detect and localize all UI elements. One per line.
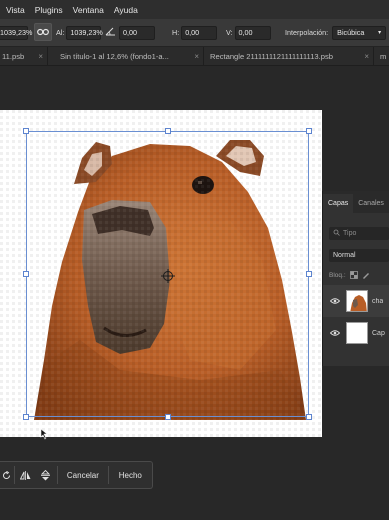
interp-value: Bicúbica [337, 28, 365, 37]
h-skew-group: H: 0,00 [172, 25, 218, 40]
layer-thumbnail [346, 322, 368, 344]
cancel-button[interactable]: Cancelar [58, 461, 107, 489]
mouse-cursor-icon [40, 428, 50, 440]
transform-handle-top[interactable] [165, 128, 171, 134]
tab-label: 11.psb [2, 52, 25, 61]
lock-row: Bloq.: [329, 269, 370, 282]
h-skew-label: H: [172, 28, 180, 37]
v-skew-label: V: [226, 28, 233, 37]
blend-mode-value: Normal [333, 252, 356, 259]
close-icon[interactable]: × [38, 52, 43, 61]
transform-handle-bottom-right[interactable] [306, 414, 312, 420]
tab-canales[interactable]: Canales [353, 194, 389, 213]
tab-doc-2[interactable]: Sin título-1 al 12,6% (fondo1-a... × [54, 47, 204, 66]
tab-label: Sin título-1 al 12,6% (fondo1-a... [60, 52, 169, 61]
tab-doc-1[interactable]: 11.psb × [0, 47, 48, 66]
layer-name: Cap [372, 329, 385, 337]
transform-handle-top-left[interactable] [23, 128, 29, 134]
link-group [34, 22, 52, 41]
reference-point-icon[interactable] [161, 269, 175, 283]
document-tab-bar: 11.psb × Sin título-1 al 12,6% (fondo1-a… [0, 47, 389, 66]
chain-link-icon[interactable] [34, 22, 52, 41]
rotate-icon[interactable] [0, 461, 14, 489]
search-icon [333, 229, 340, 238]
v-skew-field[interactable]: 0,00 [234, 25, 271, 40]
interp-group: Interpolación: Bicúbica ▾ [285, 25, 387, 40]
visibility-eye-icon[interactable] [328, 330, 342, 336]
height-field[interactable]: 1039,23% [66, 25, 103, 40]
h-skew-field[interactable]: 0,00 [181, 25, 218, 40]
transform-handle-right[interactable] [306, 271, 312, 277]
flip-vertical-icon[interactable] [37, 461, 55, 489]
commit-button[interactable]: Hecho [109, 461, 152, 489]
layer-name: cha [372, 297, 384, 305]
close-icon[interactable]: × [364, 52, 369, 61]
interp-label: Interpolación: [285, 28, 329, 37]
lock-transparency-icon[interactable] [349, 270, 358, 281]
panel-tabs: Capas Canales [323, 191, 389, 213]
flip-horizontal-icon[interactable] [15, 461, 37, 489]
transform-handle-left[interactable] [23, 271, 29, 277]
layer-filter-search[interactable]: Tipo [329, 227, 389, 240]
tab-capas[interactable]: Capas [323, 194, 354, 213]
interp-select[interactable]: Bicúbica ▾ [332, 25, 387, 40]
lock-label: Bloq.: [329, 272, 346, 279]
menu-ayuda[interactable]: Ayuda [111, 5, 141, 15]
blend-mode-select[interactable]: Normal [329, 249, 389, 262]
width-group: 1039,23% [0, 25, 32, 40]
layer-row-capybara[interactable]: cha [323, 285, 389, 317]
visibility-eye-icon[interactable] [328, 298, 342, 304]
angle-group: 0,00 [105, 25, 155, 40]
close-icon[interactable]: × [194, 52, 199, 61]
workspace: Capas Canales Tipo Normal Bloq.: cha Cap… [0, 66, 389, 520]
angle-icon [105, 27, 116, 38]
height-label: Al: [56, 28, 65, 37]
layer-row-background[interactable]: Cap [323, 317, 389, 349]
menu-plugins[interactable]: Plugins [32, 5, 66, 15]
chevron-down-icon: ▾ [378, 30, 382, 36]
menu-vista[interactable]: Vista [3, 5, 28, 15]
tab-doc-4[interactable]: m [374, 47, 389, 66]
layer-thumbnail [346, 290, 368, 312]
search-placeholder: Tipo [343, 230, 357, 237]
transform-handle-bottom-left[interactable] [23, 414, 29, 420]
transform-handle-top-right[interactable] [306, 128, 312, 134]
tab-label: m [380, 52, 387, 61]
lock-pixels-icon[interactable] [362, 271, 370, 281]
tab-label: Rectangle 2111111121111111113.psb [210, 52, 334, 61]
menu-ventana[interactable]: Ventana [70, 5, 107, 15]
angle-field[interactable]: 0,00 [119, 25, 155, 40]
transform-handle-bottom[interactable] [165, 414, 171, 420]
height-group: Al: 1039,23% [56, 25, 103, 40]
transform-contextual-bar: Cancelar Hecho [0, 461, 153, 489]
tab-doc-3[interactable]: Rectangle 2111111121111111113.psb × [204, 47, 374, 66]
v-skew-group: V: 0,00 [226, 25, 271, 40]
layers-panel: Capas Canales Tipo Normal Bloq.: cha Cap [322, 191, 389, 366]
menu-bar: Vista Plugins Ventana Ayuda [0, 0, 389, 19]
options-bar: 1039,23% Al: 1039,23% 0,00 H: 0,00 V: 0,… [0, 19, 389, 47]
width-field[interactable]: 1039,23% [0, 25, 32, 40]
